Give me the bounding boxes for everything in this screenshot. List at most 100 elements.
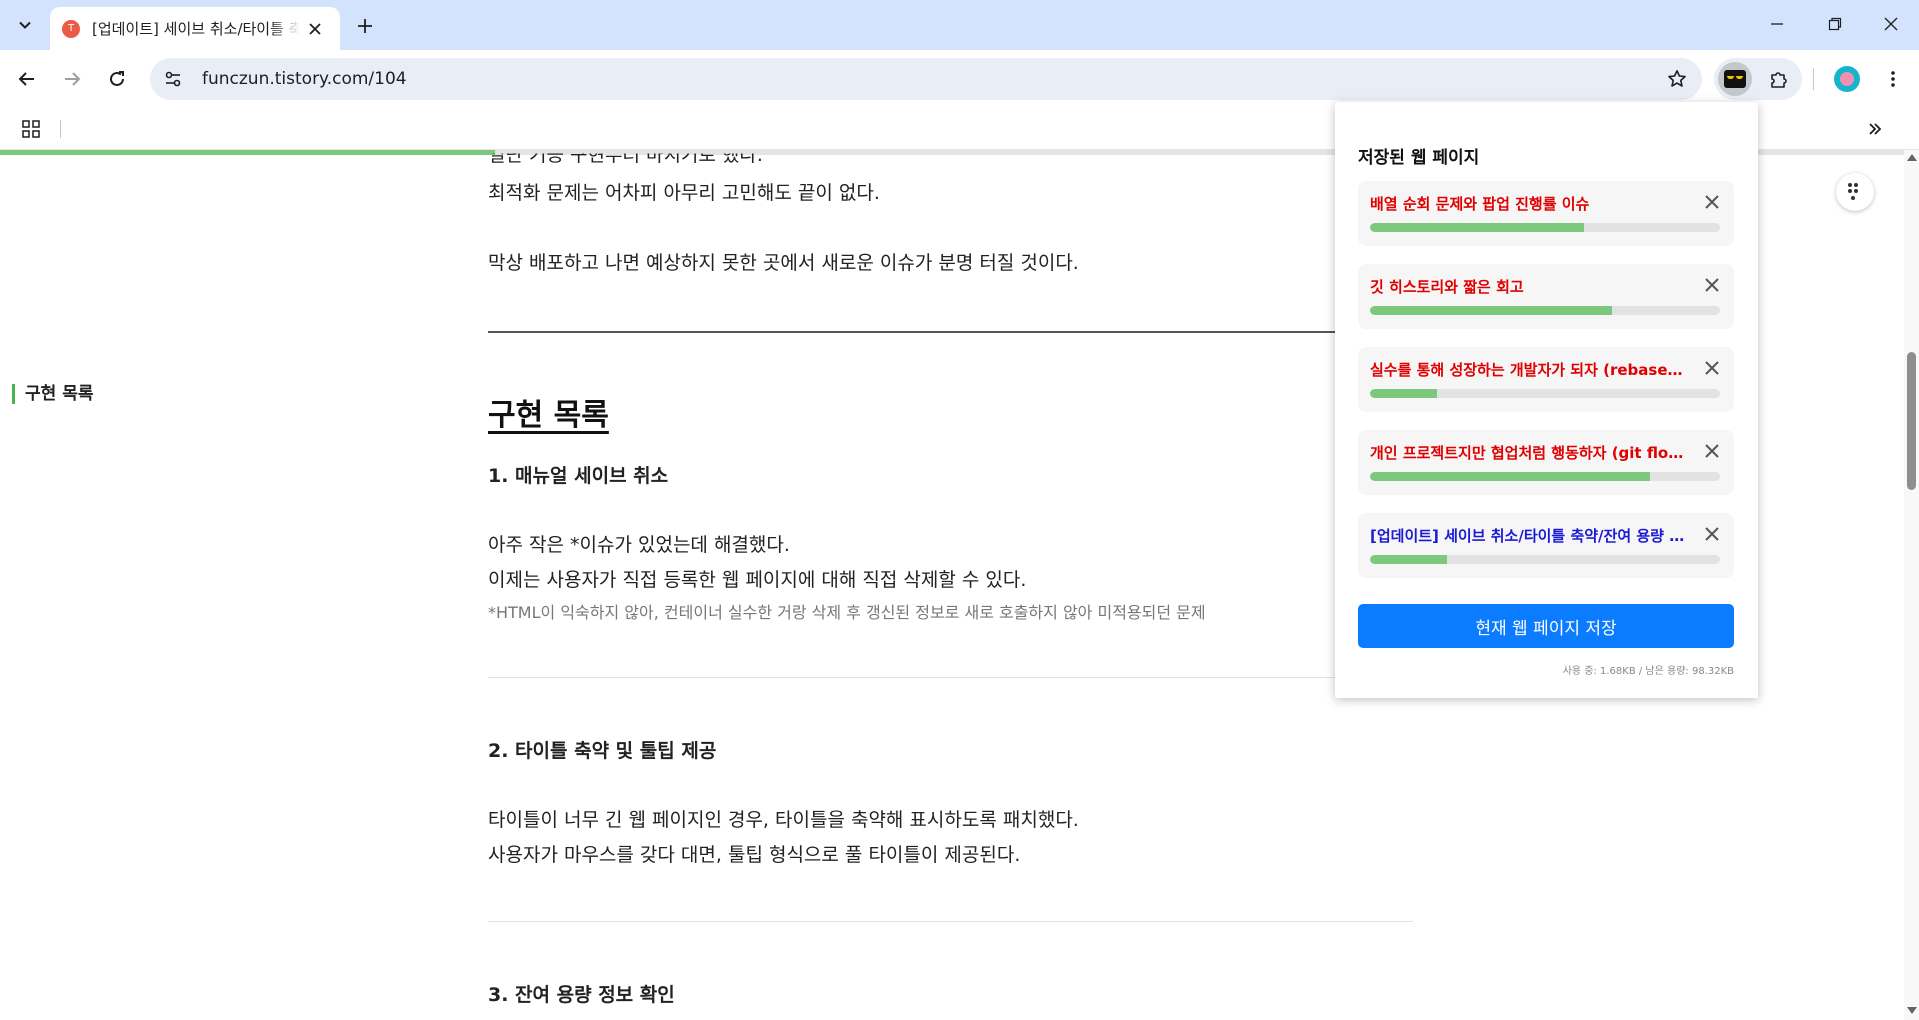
- close-icon: [309, 22, 321, 35]
- tune-icon: [165, 71, 181, 87]
- puzzle-icon: [1771, 72, 1787, 88]
- bookmarks-divider: [60, 120, 61, 138]
- scroll-up-arrow-icon[interactable]: [1907, 154, 1917, 161]
- saved-page-progress-track: [1370, 223, 1720, 232]
- subsection-title: 1. 매뉴얼 세이브 취소: [488, 465, 669, 487]
- saved-page-progress-fill: [1370, 472, 1650, 481]
- chrome-menu-button[interactable]: [1876, 62, 1910, 96]
- saved-page-title[interactable]: 배열 순회 문제와 팝업 진행률 이슈: [1370, 193, 1690, 214]
- popup-title: 저장된 웹 페이지: [1358, 148, 1480, 168]
- close-window-button[interactable]: [1862, 0, 1919, 48]
- subsection-title: 3. 잔여 용량 정보 확인: [488, 984, 675, 1006]
- saved-page-progress-track: [1370, 472, 1720, 481]
- chevron-down-icon: [19, 21, 31, 29]
- double-chevron-right-icon: [1869, 123, 1882, 135]
- apps-button[interactable]: [18, 116, 44, 142]
- close-icon: [1705, 195, 1719, 209]
- saver-extension-button[interactable]: [1718, 62, 1752, 96]
- close-icon: [1705, 361, 1719, 375]
- address-bar[interactable]: funczun.tistory.com/104: [150, 58, 1702, 100]
- saved-page-progress-fill: [1370, 306, 1612, 315]
- close-icon: [1705, 278, 1719, 292]
- toolbar: funczun.tistory.com/104: [0, 50, 1919, 108]
- paragraph-line: 사용자가 마우스를 갖다 대면, 툴팁 형식으로 풀 타이틀이 제공된다.: [488, 844, 1021, 866]
- minimize-icon: [1771, 23, 1783, 25]
- page-scrollbar[interactable]: [1904, 150, 1919, 1020]
- saved-page-item-current[interactable]: [업데이트] 세이브 취소/타이틀 축약/잔여 용량 체...: [1358, 513, 1734, 578]
- browser-window: T [업데이트] 세이브 취소/타이틀 축약/잔여 용량 체크: [0, 0, 1919, 1020]
- saved-page-progress-track: [1370, 306, 1720, 315]
- close-icon: [1884, 17, 1898, 31]
- save-current-page-button[interactable]: 현재 웹 페이지 저장: [1358, 604, 1734, 648]
- reload-icon: [110, 71, 124, 86]
- scrollbar-thumb[interactable]: [1907, 352, 1916, 490]
- minimize-button[interactable]: [1748, 0, 1806, 48]
- paragraph-line: 막상 배포하고 나면 예상하지 못한 곳에서 새로운 이슈가 분명 터질 것이다…: [488, 252, 1079, 274]
- delete-saved-page-button[interactable]: [1700, 190, 1724, 214]
- saved-page-progress-fill: [1370, 389, 1437, 398]
- tab-active[interactable]: T [업데이트] 세이브 취소/타이틀 축약/잔여 용량 체크: [50, 7, 340, 50]
- saved-page-item[interactable]: 실수를 통해 성장하는 개발자가 되자 (rebase? c...: [1358, 347, 1734, 412]
- paragraph-line: 최적화 문제는 어차피 아무리 고민해도 끝이 없다.: [488, 182, 880, 204]
- grid-icon: [22, 120, 40, 138]
- plus-icon: [358, 19, 372, 33]
- reload-button[interactable]: [100, 62, 134, 96]
- scroll-down-arrow-icon[interactable]: [1907, 1007, 1917, 1014]
- saved-page-title[interactable]: 깃 히스토리와 짧은 회고: [1370, 276, 1690, 297]
- tab-title: [업데이트] 세이브 취소/타이틀 축약/잔여 용량 체크: [92, 20, 300, 38]
- saved-page-progress-fill: [1370, 223, 1584, 232]
- paragraph-line: 이제는 사용자가 직접 등록한 웹 페이지에 대해 직접 삭제할 수 있다.: [488, 569, 1027, 591]
- section-divider: [488, 677, 1336, 678]
- saved-page-title[interactable]: 개인 프로젝트지만 협업처럼 행동하자 (git flow, ...: [1370, 442, 1690, 463]
- delete-saved-page-button[interactable]: [1700, 273, 1724, 297]
- profile-avatar-button[interactable]: [1834, 66, 1860, 92]
- url-text: funczun.tistory.com/104: [202, 69, 407, 89]
- arrow-right-icon: [65, 72, 81, 86]
- avatar-icon: [1840, 72, 1854, 86]
- bookmark-star-button[interactable]: [1660, 62, 1694, 96]
- paragraph-line: 타이틀이 너무 긴 웹 페이지인 경우, 타이틀을 축약해 표시하도록 패치했다…: [488, 809, 1079, 831]
- saved-page-progress-fill: [1370, 555, 1447, 564]
- storage-usage-text: 사용 중: 1.68KB / 남은 용량: 98.32KB: [1562, 666, 1734, 677]
- bookmarks-overflow-button[interactable]: [1862, 116, 1888, 142]
- section-divider: [488, 331, 1336, 333]
- tab-close-button[interactable]: [304, 18, 326, 40]
- reading-progress-fill: [0, 150, 496, 155]
- subsection-title: 2. 타이틀 축약 및 툴팁 제공: [488, 740, 717, 762]
- forward-button[interactable]: [55, 62, 89, 96]
- floating-menu-button[interactable]: [1836, 173, 1874, 211]
- toc-item-implementation[interactable]: 구현 목록: [12, 384, 93, 404]
- delete-saved-page-button[interactable]: [1700, 356, 1724, 380]
- paragraph-line: 아주 작은 *이슈가 있었는데 해결했다.: [488, 534, 790, 556]
- restore-icon: [1828, 17, 1842, 31]
- toolbar-divider: [1813, 68, 1814, 90]
- saved-page-title[interactable]: [업데이트] 세이브 취소/타이틀 축약/잔여 용량 체...: [1370, 525, 1690, 546]
- tistory-favicon-icon: T: [62, 19, 80, 38]
- star-icon: [1668, 70, 1686, 87]
- close-icon: [1705, 444, 1719, 458]
- saved-page-item[interactable]: 깃 히스토리와 짧은 회고: [1358, 264, 1734, 329]
- back-button[interactable]: [10, 62, 44, 96]
- saved-page-progress-track: [1370, 389, 1720, 398]
- site-info-button[interactable]: [156, 62, 190, 96]
- arrow-left-icon: [18, 72, 34, 86]
- section-heading: 구현 목록: [488, 398, 609, 433]
- extensions-menu-button[interactable]: [1762, 62, 1796, 96]
- section-divider: [488, 921, 1413, 922]
- footnote: *HTML이 익숙하지 않아, 컨테이너 실수한 거랑 삭제 후 갱신된 정보로…: [488, 603, 1206, 622]
- close-icon: [1705, 527, 1719, 541]
- delete-saved-page-button[interactable]: [1700, 522, 1724, 546]
- new-tab-button[interactable]: [350, 11, 380, 41]
- tree-menu-icon: [1848, 183, 1858, 200]
- restore-button[interactable]: [1806, 0, 1864, 48]
- saved-page-item[interactable]: 배열 순회 문제와 팝업 진행률 이슈: [1358, 181, 1734, 246]
- owl-face-icon: [1724, 70, 1746, 88]
- saved-page-item[interactable]: 개인 프로젝트지만 협업처럼 행동하자 (git flow, ...: [1358, 430, 1734, 495]
- three-dots-vertical-icon: [1891, 71, 1895, 87]
- tab-search-button[interactable]: [10, 10, 40, 40]
- saved-pages-popup: 저장된 웹 페이지 배열 순회 문제와 팝업 진행률 이슈 깃 히스토리와 짧은…: [1335, 102, 1758, 698]
- tab-strip: T [업데이트] 세이브 취소/타이틀 축약/잔여 용량 체크: [0, 0, 1919, 50]
- saved-page-progress-track: [1370, 555, 1720, 564]
- delete-saved-page-button[interactable]: [1700, 439, 1724, 463]
- saved-page-title[interactable]: 실수를 통해 성장하는 개발자가 되자 (rebase? c...: [1370, 359, 1690, 380]
